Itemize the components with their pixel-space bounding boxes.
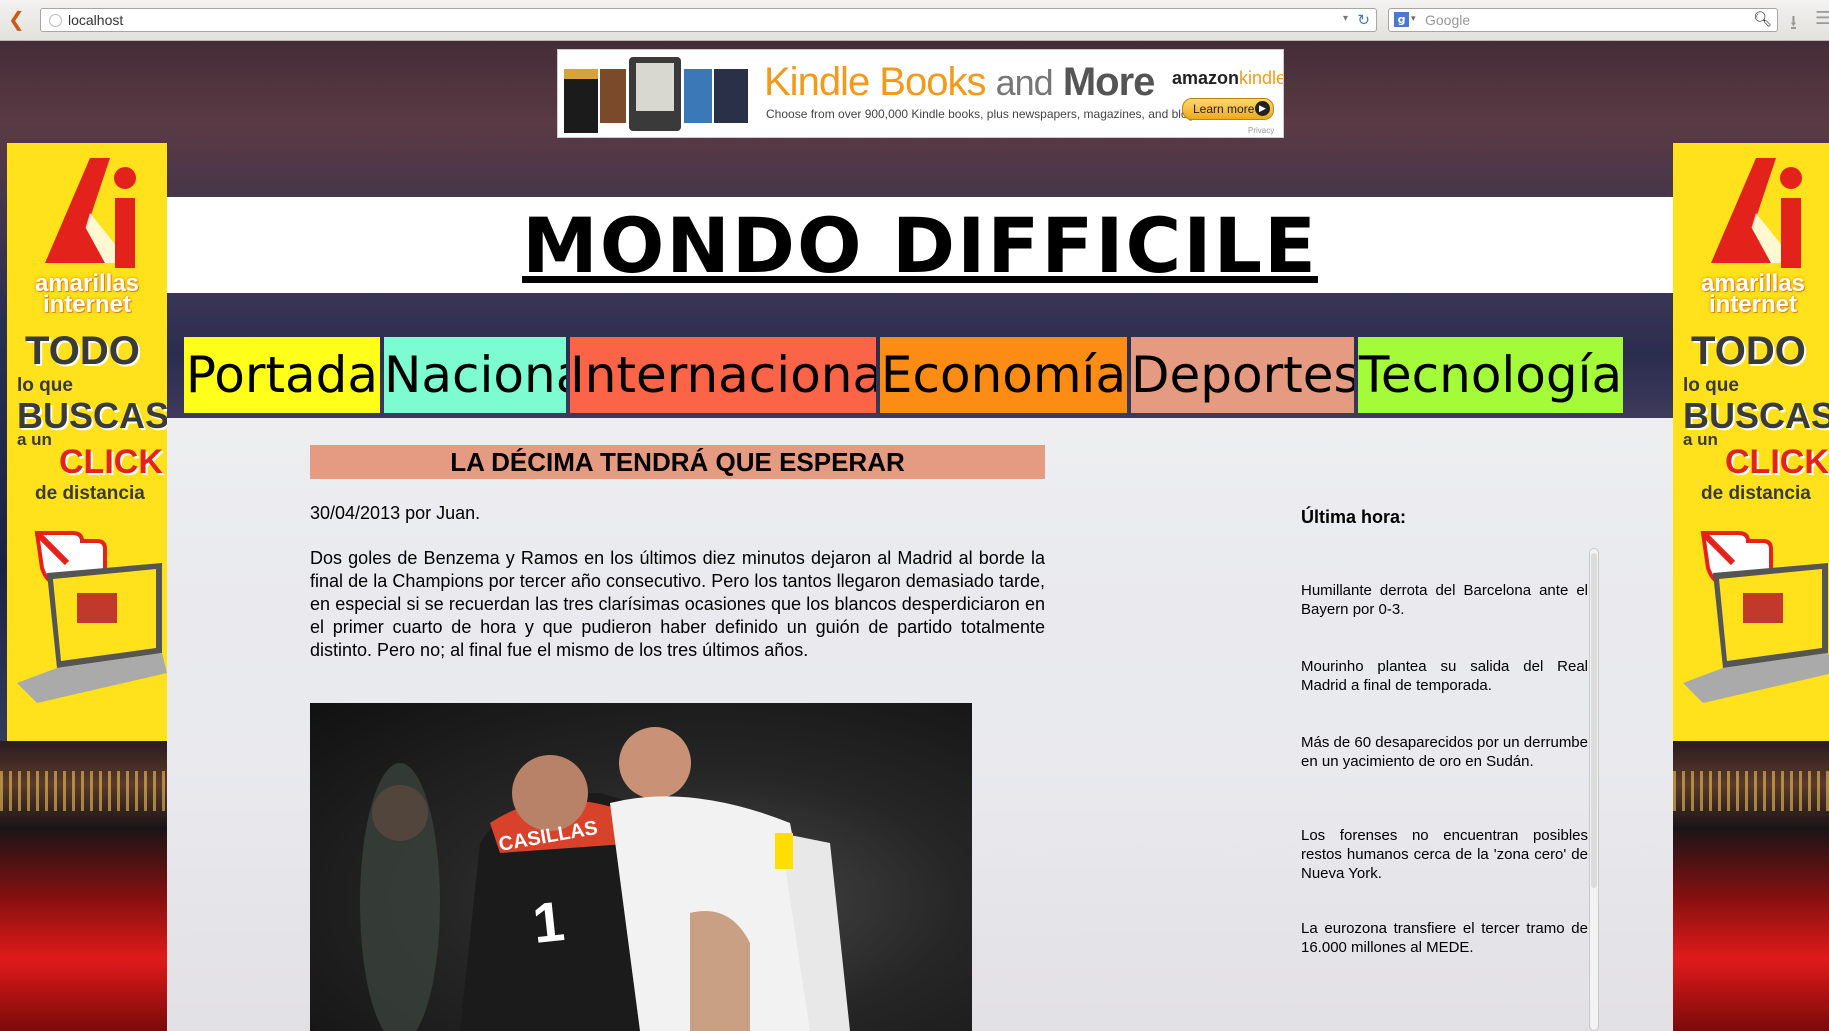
ad-text-click: CLICK (1725, 443, 1829, 481)
shirt-number-text: 1 (530, 889, 568, 955)
nav-tecnologia[interactable]: Tecnología (1358, 337, 1623, 413)
ad-brand-line2: internet (42, 291, 131, 318)
nav-portada[interactable]: Portada (184, 337, 380, 413)
engine-dropdown-icon[interactable]: ▾ (1411, 14, 1416, 24)
amarillas-logo-icon (1711, 158, 1802, 268)
news-scroll-thumb[interactable] (1591, 553, 1597, 888)
article-photo: CASILLAS 1 (310, 703, 972, 1031)
city-lights-background (1673, 741, 1829, 1031)
ad-text-a-un: a un (1683, 430, 1718, 449)
ad-subtitle: Choose from over 900,000 Kindle books, p… (766, 107, 1204, 121)
ad-brand-line2: internet (1708, 291, 1797, 318)
main-content: LA DÉCIMA TENDRÁ QUE ESPERAR 30/04/2013 … (167, 418, 1673, 1031)
nav-deportes[interactable]: Deportes (1131, 337, 1354, 413)
breaking-news-list[interactable]: Humillante derrota del Barcelona ante el… (1301, 546, 1589, 1031)
search-icon[interactable]: 🔍︎ (1753, 10, 1772, 28)
article-body: Dos goles de Benzema y Ramos en los últi… (310, 548, 1045, 660)
reload-icon[interactable]: ↻ (1357, 11, 1370, 29)
article-meta: 30/04/2013 por Juan. (310, 503, 481, 523)
kindle-ad-banner[interactable]: Kindle Books and More Choose from over 9… (557, 49, 1284, 138)
nav-economia[interactable]: Economía (880, 337, 1127, 413)
nav-internacional[interactable]: Internacional (570, 337, 876, 413)
ad-text-distancia: de distancia (35, 483, 145, 504)
play-arrow-icon: ▶ (1255, 101, 1270, 116)
amarillas-ad-right[interactable]: amarillas internet TODO lo que BUSCAS a … (1673, 143, 1829, 741)
globe-icon (49, 14, 62, 27)
news-item[interactable]: La eurozona transfiere el tercer tramo d… (1301, 919, 1588, 957)
menu-icon[interactable]: ☰ (1815, 8, 1829, 29)
back-arrow-icon[interactable]: ❮ (8, 9, 26, 29)
news-item[interactable]: Los forenses no encuentran posibles rest… (1301, 826, 1588, 883)
ad-text-todo: TODO (25, 329, 140, 373)
ad-text-distancia: de distancia (1701, 483, 1811, 504)
breaking-news-title: Última hora: (1301, 507, 1407, 527)
learn-more-button[interactable]: Learn more ▶ (1182, 98, 1274, 120)
article-title[interactable]: LA DÉCIMA TENDRÁ QUE ESPERAR (310, 445, 1045, 479)
news-item[interactable]: Mourinho plantea su salida del Real Madr… (1301, 657, 1588, 695)
news-scrollbar[interactable] (1589, 548, 1599, 1031)
main-nav: Portada Nacional Internacional Economía … (167, 293, 1673, 418)
privacy-link[interactable]: Privacy (1248, 126, 1274, 135)
search-bar[interactable]: g ▾ Google 🔍︎ (1388, 8, 1778, 32)
laptop-icon (1683, 563, 1829, 703)
download-icon[interactable]: ⭳ (1790, 8, 1797, 42)
kindle-device-icon (629, 57, 681, 131)
search-placeholder: Google (1425, 12, 1471, 28)
news-item[interactable]: Humillante derrota del Barcelona ante el… (1301, 581, 1588, 619)
ad-text-click: CLICK (59, 443, 163, 481)
history-dropdown-icon[interactable]: ▾ (1343, 13, 1348, 24)
ad-headline: Kindle Books and More (764, 60, 1155, 104)
amarillas-ad-left[interactable]: amarillas internet TODO lo que BUSCAS a … (7, 143, 167, 741)
url-text: localhost (68, 12, 124, 28)
ad-text-lo-que: lo que (17, 375, 73, 396)
news-item[interactable]: Más de 60 desaparecidos por un derrumbe … (1301, 733, 1588, 771)
site-title[interactable]: MONDO DIFFICILE (167, 201, 1673, 290)
city-lights-background (0, 741, 167, 1031)
amarillas-logo-icon (45, 158, 136, 268)
browser-toolbar: ❮ localhost ▾ ↻ g ▾ Google 🔍︎ ⭳ ☰ (0, 0, 1829, 41)
nav-nacional[interactable]: Nacional (384, 337, 566, 413)
books-image (564, 57, 749, 133)
address-bar[interactable]: localhost ▾ ↻ (40, 8, 1377, 32)
ad-text-todo: TODO (1691, 329, 1806, 373)
site-header: MONDO DIFFICILE (167, 197, 1673, 293)
amazon-kindle-logo: amazonkindle (1172, 68, 1284, 88)
google-engine-icon[interactable]: g (1394, 12, 1409, 27)
laptop-icon (17, 563, 167, 703)
ad-text-lo-que: lo que (1683, 375, 1739, 396)
ad-text-a-un: a un (17, 430, 52, 449)
players-embrace-photo: CASILLAS 1 (360, 727, 850, 1031)
